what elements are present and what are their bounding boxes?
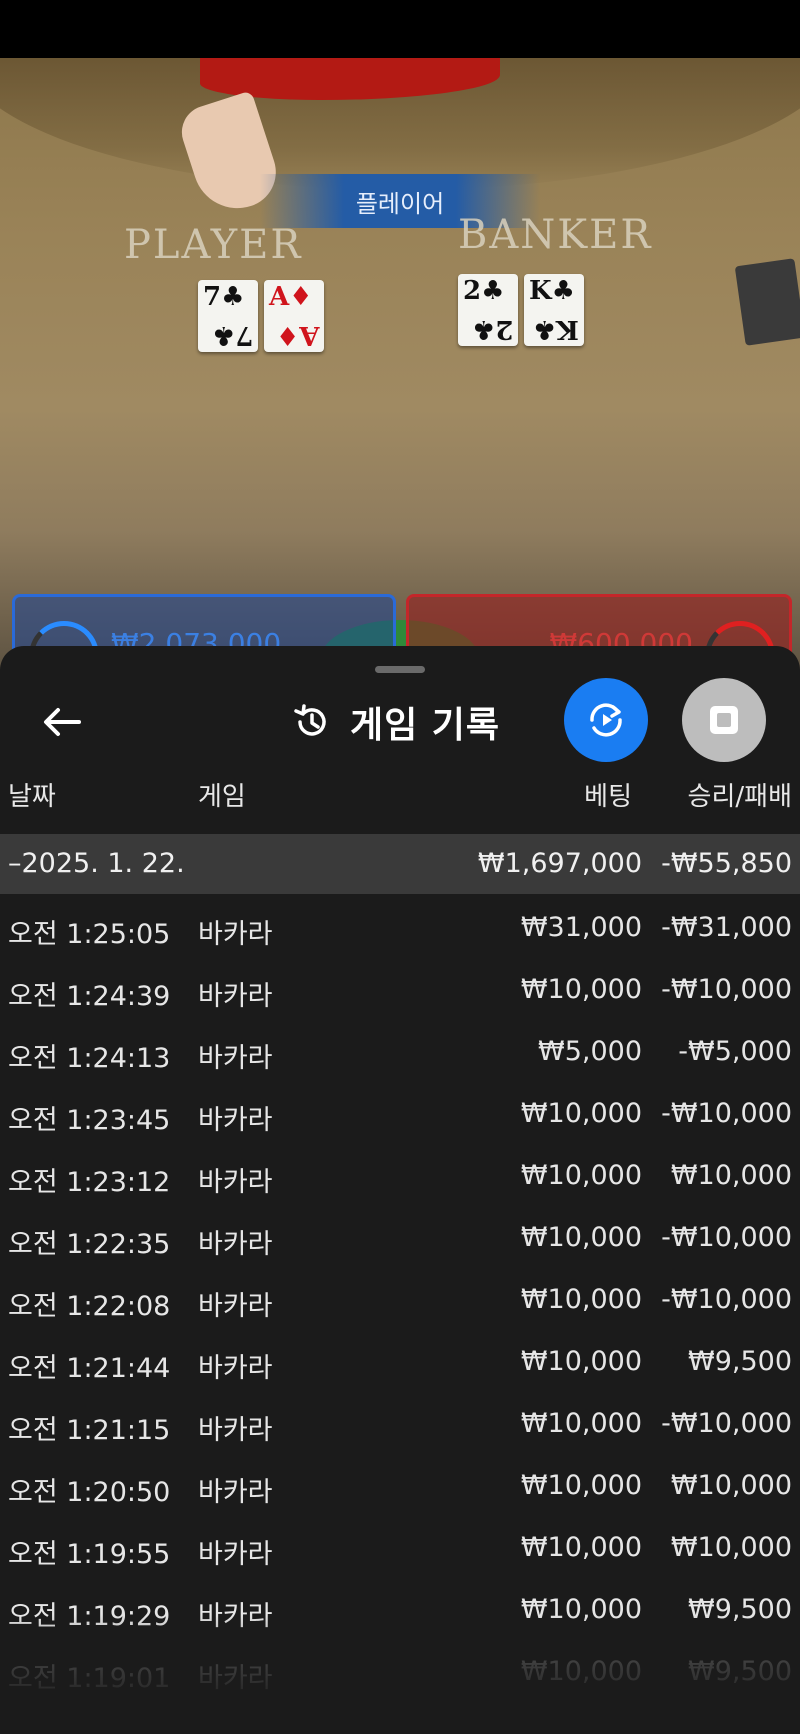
row-result: -₩10,000	[661, 1284, 792, 1315]
row-time: 오전 1:20:50	[8, 1477, 171, 1508]
banker-card-1-rank-inv: 2♣	[471, 314, 513, 344]
live-video-feed: 플레이어 PLAYER BANKER 7♣ 7♣ A♦ A♦ 2♣ 2♣ K♣ K♣ ₩…	[0, 0, 800, 680]
page-title: 게임 기록	[350, 705, 501, 746]
row-bet: ₩10,000	[520, 1098, 642, 1129]
replay-icon	[590, 703, 622, 737]
date-group-bet: ₩1,697,000	[477, 848, 642, 879]
col-header-result: 승리/패배	[687, 782, 792, 812]
row-bet: ₩10,000	[520, 1470, 642, 1501]
back-button[interactable]	[36, 696, 88, 748]
row-result: ₩9,500	[688, 1346, 792, 1377]
row-time: 오전 1:23:12	[8, 1167, 171, 1198]
row-bet: ₩10,000	[520, 974, 642, 1005]
player-card-2-rank-inv: A♦	[275, 320, 319, 350]
row-time: 오전 1:21:15	[8, 1415, 171, 1446]
date-group-row[interactable]: –2025. 1. 22. ₩1,697,000 -₩55,850	[0, 834, 800, 894]
table-row[interactable]: 오전 1:24:13 바카라 ₩5,000 -₩5,000	[0, 1018, 800, 1080]
row-game: 바카라	[198, 1105, 273, 1136]
row-game: 바카라	[198, 1167, 273, 1198]
row-result: ₩10,000	[670, 1160, 792, 1191]
row-game: 바카라	[198, 1291, 273, 1322]
date-group-label: –2025. 1. 22.	[8, 848, 185, 879]
table-row[interactable]: 오전 1:24:39 바카라 ₩10,000 -₩10,000	[0, 956, 800, 1018]
row-time: 오전 1:24:39	[8, 981, 171, 1012]
table-row[interactable]: 오전 1:21:15 바카라 ₩10,000 -₩10,000	[0, 1390, 800, 1452]
banker-card-1: 2♣ 2♣	[458, 274, 518, 346]
row-bet: ₩10,000	[520, 1532, 642, 1563]
row-bet: ₩10,000	[520, 1284, 642, 1315]
banker-card-2-rank-inv: K♣	[533, 314, 579, 344]
list-fade-overlay	[0, 1614, 800, 1734]
replay-button[interactable]	[564, 678, 648, 762]
row-result: -₩31,000	[661, 912, 792, 943]
row-time: 오전 1:23:45	[8, 1105, 171, 1136]
player-card-1-rank: 7♣	[203, 282, 245, 312]
player-card-1-rank-inv: 7♣	[211, 320, 253, 350]
row-result: -₩10,000	[661, 1222, 792, 1253]
row-game: 바카라	[198, 1043, 273, 1074]
col-header-date: 날짜	[8, 782, 56, 812]
row-game: 바카라	[198, 919, 273, 950]
sheet-drag-handle[interactable]	[375, 666, 425, 673]
sheet-header: 게임 기록	[292, 694, 500, 750]
history-list: 오전 1:25:05 바카라 ₩31,000 -₩31,000 오전 1:24:39 바카…	[0, 894, 800, 1700]
row-time: 오전 1:25:05	[8, 919, 171, 950]
row-time: 오전 1:21:44	[8, 1353, 171, 1384]
row-bet: ₩31,000	[520, 912, 642, 943]
banker-label: BANKER	[458, 212, 653, 258]
player-card-1: 7♣ 7♣	[198, 280, 258, 352]
row-game: 바카라	[198, 1353, 273, 1384]
stop-icon	[710, 706, 738, 734]
banker-card-1-rank: 2♣	[463, 276, 505, 306]
row-result: -₩10,000	[661, 974, 792, 1005]
column-headers: 날짜 게임 베팅 승리/패배	[0, 764, 800, 818]
row-bet: ₩5,000	[538, 1036, 642, 1067]
banker-card-2-rank: K♣	[529, 276, 575, 306]
game-history-sheet: 게임 기록 날짜 게임 베팅 승리/패배 –2025. 1. 22. ₩1,69…	[0, 646, 800, 1734]
col-header-bet: 베팅	[584, 782, 632, 812]
card-shoe	[734, 258, 800, 346]
row-bet: ₩10,000	[520, 1346, 642, 1377]
date-group-result: -₩55,850	[661, 848, 792, 879]
col-header-game: 게임	[198, 782, 246, 812]
banker-card-2: K♣ K♣	[524, 274, 584, 346]
row-game: 바카라	[198, 981, 273, 1012]
status-bar	[0, 0, 800, 58]
table-row[interactable]: 오전 1:23:45 바카라 ₩10,000 -₩10,000	[0, 1080, 800, 1142]
row-result: -₩10,000	[661, 1408, 792, 1439]
row-game: 바카라	[198, 1415, 273, 1446]
row-bet: ₩10,000	[520, 1222, 642, 1253]
arrow-left-icon	[44, 708, 81, 736]
row-bet: ₩10,000	[520, 1408, 642, 1439]
row-bet: ₩10,000	[520, 1160, 642, 1191]
row-game: 바카라	[198, 1229, 273, 1260]
row-time: 오전 1:22:08	[8, 1291, 171, 1322]
history-icon	[294, 704, 326, 736]
row-result: -₩5,000	[678, 1036, 792, 1067]
table-row[interactable]: 오전 1:20:50 바카라 ₩10,000 ₩10,000	[0, 1452, 800, 1514]
player-card-2: A♦ A♦	[264, 280, 324, 352]
row-game: 바카라	[198, 1539, 273, 1570]
stop-button[interactable]	[682, 678, 766, 762]
row-time: 오전 1:19:55	[8, 1539, 171, 1570]
player-label: PLAYER	[124, 222, 303, 268]
row-result: ₩10,000	[670, 1470, 792, 1501]
table-row[interactable]: 오전 1:19:55 바카라 ₩10,000 ₩10,000	[0, 1514, 800, 1576]
table-row[interactable]: 오전 1:21:44 바카라 ₩10,000 ₩9,500	[0, 1328, 800, 1390]
row-time: 오전 1:24:13	[8, 1043, 171, 1074]
table-row[interactable]: 오전 1:25:05 바카라 ₩31,000 -₩31,000	[0, 894, 800, 956]
row-result: ₩10,000	[670, 1532, 792, 1563]
table-row[interactable]: 오전 1:23:12 바카라 ₩10,000 ₩10,000	[0, 1142, 800, 1204]
row-result: -₩10,000	[661, 1098, 792, 1129]
row-time: 오전 1:22:35	[8, 1229, 171, 1260]
table-row[interactable]: 오전 1:22:35 바카라 ₩10,000 -₩10,000	[0, 1204, 800, 1266]
row-game: 바카라	[198, 1477, 273, 1508]
table-row[interactable]: 오전 1:22:08 바카라 ₩10,000 -₩10,000	[0, 1266, 800, 1328]
player-card-2-rank: A♦	[269, 282, 313, 312]
